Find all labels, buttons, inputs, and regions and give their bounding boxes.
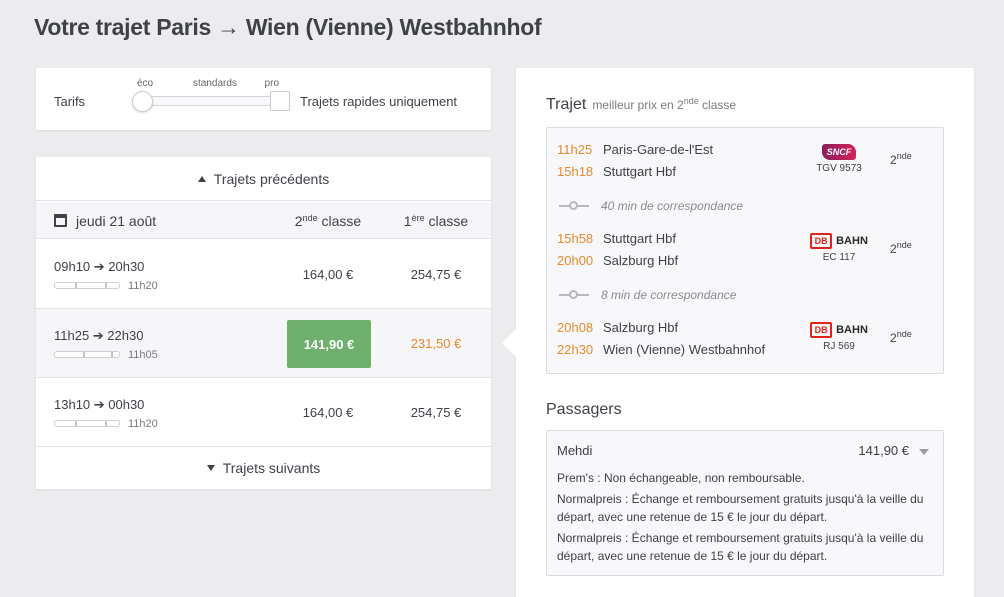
departure-station: Paris-Gare-de-l'Est [603, 142, 714, 157]
connection-text: 8 min de correspondance [601, 288, 737, 302]
price-second-class-selected[interactable]: 141,90 € [287, 320, 371, 368]
price-first-class[interactable]: 231,50 € [376, 336, 496, 351]
next-trips-button[interactable]: Trajets suivants [36, 447, 491, 489]
connection: 8 min de correspondance [559, 287, 939, 303]
connection-icon [569, 290, 578, 299]
tick-pro: pro [264, 78, 279, 89]
train-number: TGV 9573 [816, 163, 862, 174]
db-bahn-logo: DB BAHN [810, 233, 868, 249]
duration-bar [54, 351, 120, 358]
passagers-heading: Passagers [546, 401, 622, 418]
connection-text: 40 min de correspondance [601, 199, 744, 213]
filter-card: Tarifs éco standards pro Trajets rapides… [36, 68, 491, 130]
trip-row[interactable]: 13h10 ➔ 00h30 11h20 164,00 € 254,75 € [36, 378, 491, 447]
next-trips-label: Trajets suivants [222, 460, 321, 476]
trip-times: 09h10 ➔ 20h30 [54, 259, 145, 274]
segment-class: 2nde [890, 151, 912, 168]
trips-card: Trajets précédents jeudi 21 août 2nde cl… [36, 157, 491, 489]
arrival-time: 15h18 [557, 164, 594, 179]
segment: 15h58 Stuttgart Hbf 20h00 Salzburg Hbf D… [557, 231, 937, 277]
trajet-heading: Trajet meilleur prix en 2nde classe [546, 96, 737, 113]
caret-down-icon [206, 465, 215, 471]
operator: SNCF TGV 9573 [807, 142, 871, 174]
price-first-class[interactable]: 254,75 € [376, 405, 496, 420]
trip-row-selected[interactable]: 11h25 ➔ 22h30 11h05 141,90 € 231,50 € [36, 309, 491, 378]
operator: DB BAHN RJ 569 [807, 320, 871, 352]
trajet-box: 11h25 Paris-Gare-de-l'Est 15h18 Stuttgar… [546, 127, 944, 374]
db-bahn-logo: DB BAHN [810, 322, 868, 338]
arrival-station: Stuttgart Hbf [603, 164, 676, 179]
arrival-time: 20h00 [557, 253, 594, 268]
previous-trips-label: Trajets précédents [213, 170, 330, 187]
travel-date: jeudi 21 août [76, 213, 157, 229]
fare-condition: Normalpreis : Échange et remboursement g… [557, 531, 924, 563]
trip-detail-panel: Trajet meilleur prix en 2nde classe 11h25… [516, 68, 974, 597]
segment: 11h25 Paris-Gare-de-l'Est 15h18 Stuttgar… [557, 142, 937, 188]
expand-caret-icon[interactable] [919, 449, 929, 455]
departure-time: 20h08 [557, 320, 594, 335]
price-second-class[interactable]: 164,00 € [268, 405, 388, 420]
departure-time: 11h25 [557, 142, 593, 157]
train-number: RJ 569 [823, 341, 855, 352]
passenger-box: Mehdi 141,90 € Prem's : Non échangeable,… [546, 430, 944, 576]
connection-icon [569, 201, 578, 210]
duration-bar [54, 282, 120, 289]
trip-duration: 11h20 [128, 280, 158, 292]
duration-bar [54, 420, 120, 427]
price-first-class[interactable]: 254,75 € [376, 267, 496, 282]
trip-duration: 11h05 [128, 349, 158, 361]
tarif-slider-track[interactable] [136, 96, 276, 106]
trip-duration: 11h20 [128, 418, 158, 430]
price-second-class[interactable]: 164,00 € [268, 267, 388, 282]
connection: 40 min de correspondance [559, 198, 939, 214]
previous-trips-button[interactable]: Trajets précédents [36, 157, 491, 201]
arrival-station: Salzburg Hbf [603, 253, 679, 268]
departure-station: Stuttgart Hbf [603, 231, 676, 246]
selection-pointer [502, 328, 517, 358]
fare-condition: Prem's : Non échangeable, non remboursab… [557, 471, 805, 485]
fast-only-checkbox[interactable] [270, 91, 290, 111]
sncf-logo: SNCF [822, 144, 856, 160]
passenger-price: 141,90 € [858, 443, 909, 458]
arrival-time: 22h30 [557, 342, 594, 357]
fare-condition: Normalpreis : Échange et remboursement g… [557, 492, 924, 524]
column-first-class: 1ère classe [403, 213, 469, 229]
trajet-subtitle: meilleur prix en 2nde classe [592, 96, 737, 113]
operator: DB BAHN EC 117 [807, 231, 871, 263]
trip-row[interactable]: 09h10 ➔ 20h30 11h20 164,00 € 254,75 € [36, 240, 491, 309]
segment-class: 2nde [890, 329, 912, 346]
departure-time: 15h58 [557, 231, 594, 246]
trip-times: 11h25 ➔ 22h30 [54, 328, 144, 343]
page-title: Votre trajet Paris → Wien (Vienne) Westb… [34, 14, 542, 40]
column-second-class: 2nde classe [294, 213, 362, 229]
arrival-station: Wien (Vienne) Westbahnhof [603, 342, 766, 357]
calendar-icon [54, 214, 67, 227]
trips-header: jeudi 21 août 2nde classe 1ère classe [36, 202, 491, 239]
departure-station: Salzburg Hbf [603, 320, 679, 335]
tarif-slider-handle[interactable] [132, 91, 153, 112]
segment-class: 2nde [890, 240, 912, 257]
trip-times: 13h10 ➔ 00h30 [54, 397, 145, 412]
tarifs-label: Tarifs [54, 94, 86, 109]
segment: 20h08 Salzburg Hbf 22h30 Wien (Vienne) W… [557, 320, 937, 366]
passenger-name: Mehdi [557, 443, 593, 458]
fast-only-label[interactable]: Trajets rapides uniquement [300, 94, 457, 109]
train-number: EC 117 [822, 252, 856, 263]
caret-up-icon [197, 175, 206, 182]
